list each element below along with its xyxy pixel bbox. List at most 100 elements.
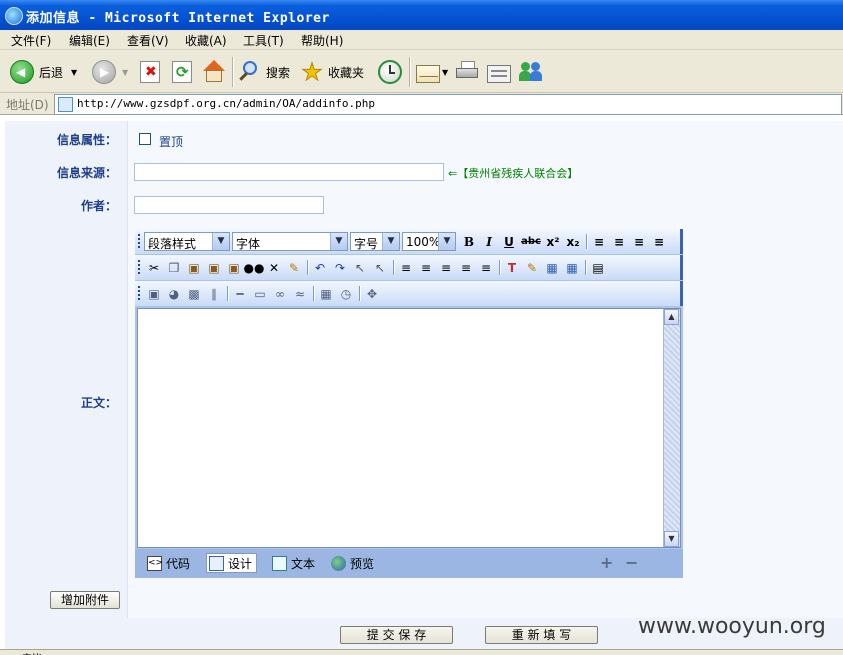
font-size-select[interactable]: 字号 ▼ bbox=[350, 232, 400, 251]
favorites-button[interactable]: ★ 收藏夹 bbox=[300, 57, 364, 87]
menu-file[interactable]: 文件(F) bbox=[11, 32, 51, 49]
media-icon[interactable]: ▩ bbox=[185, 285, 203, 302]
attachment-icon[interactable]: ∥ bbox=[205, 285, 223, 302]
address-input[interactable]: http://www.gzsdpf.org.cn/admin/OA/addinf… bbox=[54, 94, 842, 115]
clear-format-icon[interactable]: ✎ bbox=[285, 259, 303, 276]
marquee-icon[interactable]: ▭ bbox=[251, 285, 269, 302]
shrink-editor-icon[interactable]: − bbox=[625, 553, 638, 572]
tab-preview[interactable]: 预览 bbox=[329, 553, 378, 573]
outdent-icon[interactable]: ≡ bbox=[437, 259, 455, 276]
menu-tools[interactable]: 工具(T) bbox=[243, 32, 284, 49]
subscript-icon[interactable]: x₂ bbox=[564, 233, 582, 250]
editor-scrollbar[interactable]: ▲ ▼ bbox=[663, 309, 680, 547]
home-button[interactable] bbox=[202, 57, 226, 87]
time-icon[interactable]: ◷ bbox=[337, 285, 355, 302]
editor-content-area[interactable]: ▲ ▼ bbox=[137, 308, 681, 548]
align-center-icon[interactable]: ≡ bbox=[610, 233, 628, 250]
toolbar-separator bbox=[307, 260, 309, 275]
toolbar-separator bbox=[409, 57, 411, 87]
redo-icon[interactable]: ↷ bbox=[331, 259, 349, 276]
superscript-icon[interactable]: x² bbox=[544, 233, 562, 250]
menu-view[interactable]: 查看(V) bbox=[127, 32, 169, 49]
underline-icon[interactable]: U bbox=[500, 233, 518, 250]
paste-word-icon[interactable]: ▣ bbox=[225, 259, 243, 276]
unlink-icon[interactable]: ≈ bbox=[291, 285, 309, 302]
undo-icon[interactable]: ↶ bbox=[311, 259, 329, 276]
editor-toolbar-edit: ✂ ❐ ▣ ▣ ▣ ●● ✕ ✎ ↶ ↷ ↖ ↖ ≡ ≡ ≡ ≡ ≡ T ✎ ▦… bbox=[135, 255, 683, 280]
ordered-list-icon[interactable]: ≡ bbox=[397, 259, 415, 276]
paragraph-style-select[interactable]: 段落样式 ▼ bbox=[144, 232, 230, 251]
highlight-icon[interactable]: ✎ bbox=[523, 259, 541, 276]
toolbar-separator bbox=[359, 286, 361, 301]
pin-label: 置顶 bbox=[159, 135, 184, 149]
search-button[interactable]: 搜索 bbox=[238, 57, 290, 87]
scroll-down-icon[interactable]: ▼ bbox=[664, 531, 679, 547]
source-input[interactable] bbox=[134, 163, 444, 181]
add-attachment-button[interactable]: 增加附件 bbox=[50, 591, 120, 609]
mail-button[interactable]: ▼ bbox=[416, 57, 448, 87]
delete-icon[interactable]: ✕ bbox=[265, 259, 283, 276]
globe-icon bbox=[331, 555, 346, 571]
pin-checkbox[interactable] bbox=[139, 133, 151, 145]
menu-help[interactable]: 帮助(H) bbox=[301, 32, 343, 49]
paragraph-icon[interactable]: ≡ bbox=[477, 259, 495, 276]
image-icon[interactable]: ▣ bbox=[145, 285, 163, 302]
value-cell: 段落样式 ▼ 字体 ▼ 字号 ▼ 100% ▼ B I U abc x² x₂ … bbox=[128, 222, 843, 584]
expand-editor-icon[interactable]: + bbox=[600, 553, 613, 572]
toolbar-separator bbox=[227, 286, 229, 301]
bg-color-icon[interactable]: ▦ bbox=[543, 259, 561, 276]
messenger-button[interactable] bbox=[519, 57, 543, 87]
indent-icon[interactable]: ≡ bbox=[457, 259, 475, 276]
messenger-icon bbox=[519, 60, 543, 84]
stop-button[interactable]: ✖ bbox=[140, 57, 160, 87]
cut-icon[interactable]: ✂ bbox=[145, 259, 163, 276]
find-icon[interactable]: ●● bbox=[244, 259, 265, 276]
border-color-icon[interactable]: ▦ bbox=[563, 259, 581, 276]
paragraph-style-value: 段落样式 bbox=[148, 237, 197, 251]
paste-text-icon[interactable]: ▣ bbox=[205, 259, 223, 276]
toolbar-separator bbox=[232, 57, 234, 87]
forward-dropdown-icon[interactable]: ▼ bbox=[122, 68, 128, 77]
tab-text[interactable]: 文本 bbox=[270, 553, 319, 573]
table-icon[interactable]: ✥ bbox=[363, 285, 381, 302]
menu-favorites[interactable]: 收藏(A) bbox=[185, 32, 227, 49]
font-family-select[interactable]: 字体 ▼ bbox=[232, 232, 348, 251]
strikethrough-icon[interactable]: abc bbox=[520, 233, 542, 250]
date-icon[interactable]: ▦ bbox=[317, 285, 335, 302]
back-arrow-icon: ◀ bbox=[10, 60, 34, 84]
scroll-up-icon[interactable]: ▲ bbox=[664, 309, 679, 325]
fullscreen-icon[interactable]: ▤ bbox=[589, 259, 607, 276]
edit-page-button[interactable] bbox=[487, 57, 511, 87]
forward-button[interactable]: ▶ ▼ bbox=[92, 57, 128, 87]
source-hint[interactable]: ⇐【贵州省残疾人联合会】 bbox=[448, 165, 578, 181]
print-button[interactable] bbox=[455, 57, 479, 87]
bold-icon[interactable]: B bbox=[460, 233, 478, 250]
watermark: www.wooyun.org bbox=[638, 614, 826, 639]
unordered-list-icon[interactable]: ≡ bbox=[417, 259, 435, 276]
horizontal-rule-icon[interactable]: ─ bbox=[231, 285, 249, 302]
back-button[interactable]: ◀ 后退 ▼ bbox=[10, 57, 77, 87]
select-all-icon[interactable]: ↖ bbox=[351, 259, 369, 276]
italic-icon[interactable]: I bbox=[480, 233, 498, 250]
tab-design[interactable]: 设计 bbox=[206, 553, 258, 573]
copy-icon[interactable]: ❐ bbox=[165, 259, 183, 276]
link-icon[interactable]: ∞ bbox=[271, 285, 289, 302]
tab-code[interactable]: <> 代码 bbox=[145, 553, 194, 573]
reset-button[interactable]: 重 新 填 写 bbox=[485, 626, 598, 644]
unselect-icon[interactable]: ↖ bbox=[371, 259, 389, 276]
align-left-icon[interactable]: ≡ bbox=[590, 233, 608, 250]
zoom-select[interactable]: 100% ▼ bbox=[402, 232, 456, 251]
author-input[interactable] bbox=[134, 196, 324, 214]
refresh-button[interactable]: ⟳ bbox=[172, 57, 192, 87]
align-right-icon[interactable]: ≡ bbox=[630, 233, 648, 250]
history-button[interactable] bbox=[378, 57, 402, 87]
submit-button[interactable]: 提 交 保 存 bbox=[340, 626, 453, 644]
menu-edit[interactable]: 编辑(E) bbox=[69, 32, 110, 49]
mail-dropdown-icon[interactable]: ▼ bbox=[442, 68, 448, 77]
paste-icon[interactable]: ▣ bbox=[185, 259, 203, 276]
flash-icon[interactable]: ◕ bbox=[165, 285, 183, 302]
font-color-icon[interactable]: T bbox=[503, 259, 521, 276]
align-justify-icon[interactable]: ≡ bbox=[650, 233, 668, 250]
back-dropdown-icon[interactable]: ▼ bbox=[71, 68, 77, 77]
label-cell: 作者： bbox=[5, 188, 128, 222]
